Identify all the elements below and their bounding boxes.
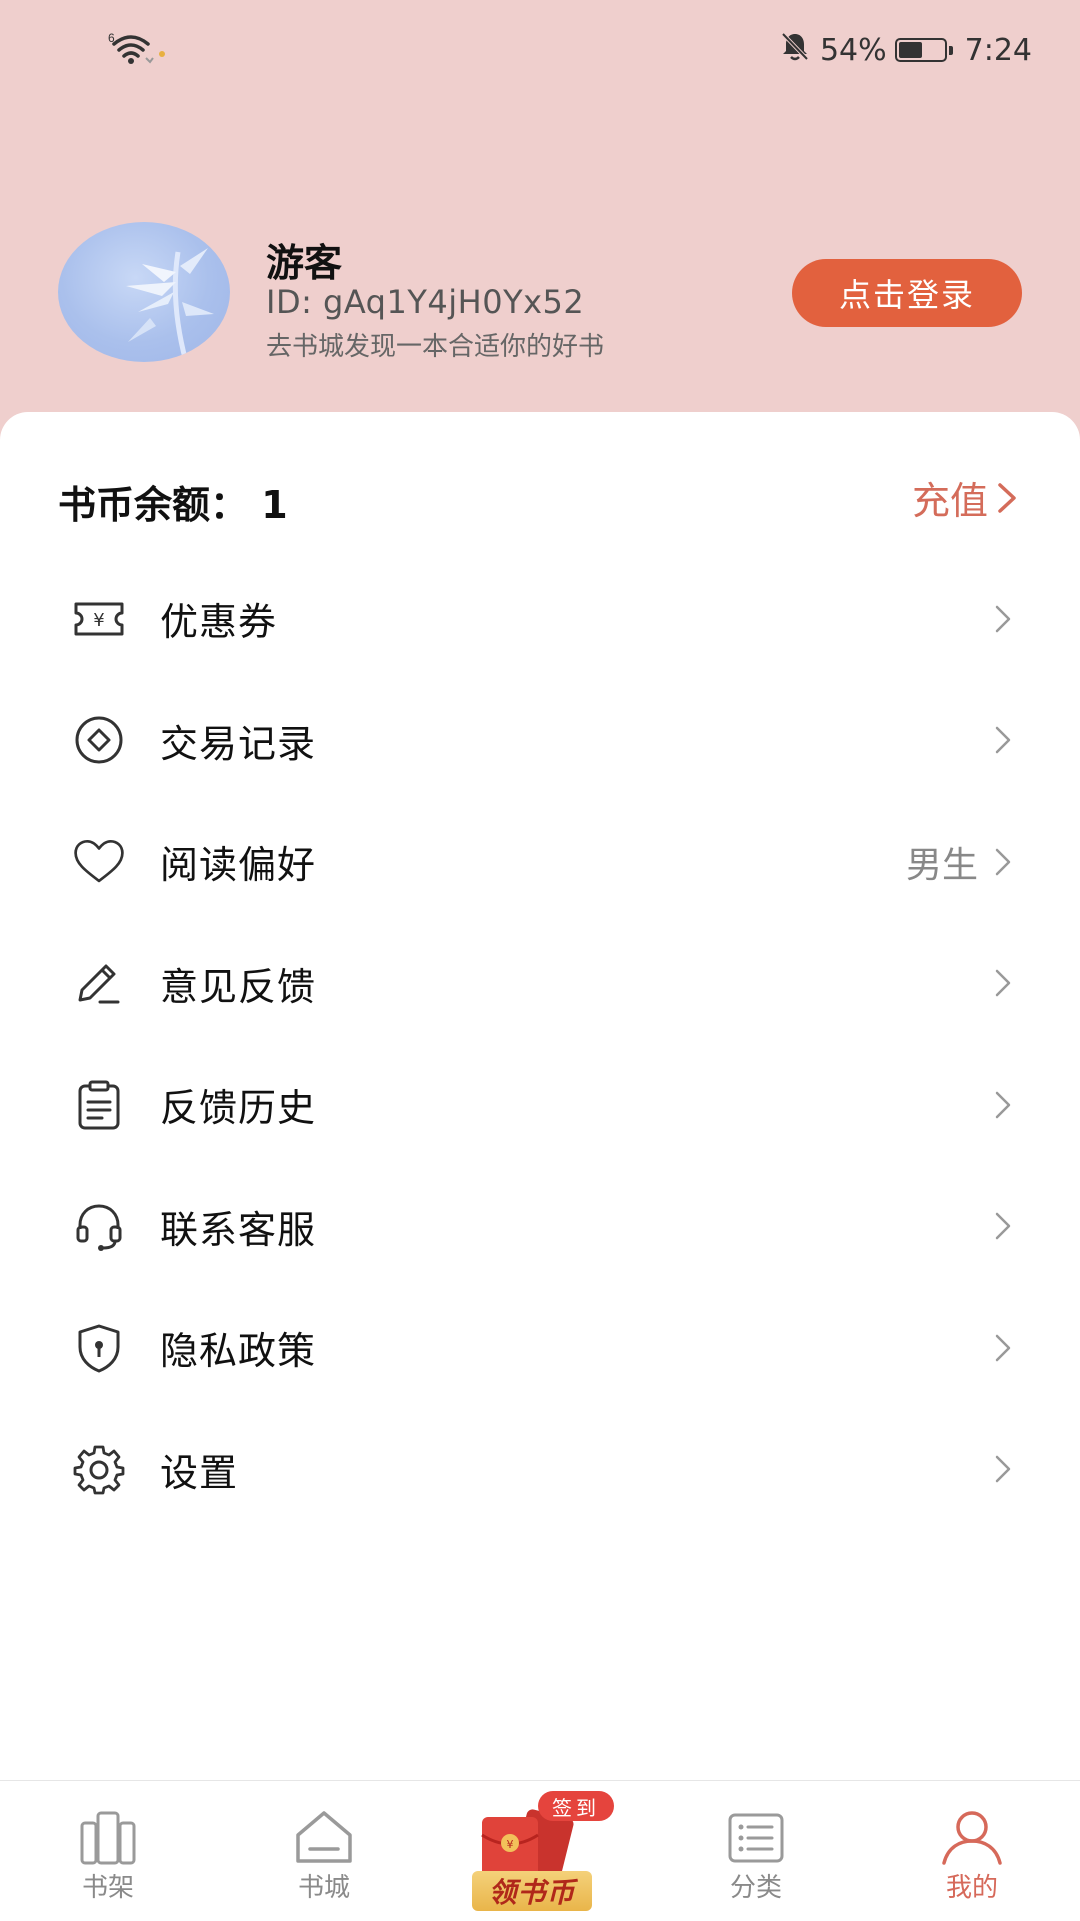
menu-item-value: 男生	[905, 844, 978, 886]
chevron-right-icon	[995, 1456, 1011, 1483]
account-card: 书币余额： 1 充值 ¥ 优惠券 交易记录 阅读偏好 男生 意见反馈 反馈历史 …	[0, 412, 1080, 1780]
checkin-badge: 签到	[538, 1791, 614, 1821]
headset-icon	[72, 1199, 126, 1253]
chevron-right-icon	[995, 1334, 1011, 1361]
gear-icon	[72, 1442, 126, 1496]
menu-item-label: 反馈历史	[160, 1086, 317, 1131]
promo-get-coins[interactable]: ¥ 签到 领书币	[460, 1791, 620, 1916]
bookshelf-icon	[76, 1809, 140, 1869]
chevron-right-icon	[995, 1091, 1011, 1118]
promo-label: 领书币	[472, 1871, 592, 1911]
menu-item-label: 交易记录	[160, 721, 317, 766]
menu-item-coupon[interactable]: ¥ 优惠券	[0, 558, 1080, 680]
menu-item-customer-service[interactable]: 联系客服	[0, 1166, 1080, 1288]
clock: 7:24	[964, 32, 1032, 68]
tab-label: 我的	[945, 1873, 998, 1903]
chevron-right-icon	[995, 848, 1011, 875]
balance-row: 书币余额： 1	[58, 474, 288, 529]
recharge-label: 充值	[911, 479, 988, 523]
chevron-right-icon	[998, 482, 1016, 513]
clipboard-icon	[72, 1078, 126, 1132]
tab-label: 书城	[297, 1873, 350, 1903]
chevron-right-icon	[995, 727, 1011, 754]
menu-item-privacy-policy[interactable]: 隐私政策	[0, 1287, 1080, 1409]
battery-fill	[898, 42, 922, 58]
notifications-muted-icon	[778, 29, 812, 71]
menu-item-label: 阅读偏好	[160, 843, 317, 888]
balance-label: 书币余额：	[58, 483, 249, 527]
menu-item-label: 设置	[160, 1450, 239, 1495]
menu-item-label: 意见反馈	[160, 964, 317, 1009]
chevron-right-icon	[995, 970, 1011, 997]
bottom-nav: 书架 书城 ¥ 签到 领书币 分类 我的	[0, 1780, 1080, 1921]
tab-bookstore[interactable]: 书城	[254, 1781, 394, 1921]
menu-item-reading-preference[interactable]: 阅读偏好 男生	[0, 801, 1080, 923]
heart-icon	[72, 835, 126, 889]
chevron-right-icon	[995, 605, 1011, 632]
menu-list: ¥ 优惠券 交易记录 阅读偏好 男生 意见反馈 反馈历史 联系客服 隐私政策 设…	[0, 558, 1080, 1530]
user-id: ID: gAq1Y4jH0Yx52	[266, 283, 585, 321]
tab-label: 书架	[81, 1873, 134, 1903]
menu-item-label: 优惠券	[160, 600, 278, 645]
bookstore-icon	[292, 1809, 356, 1869]
coupon-icon: ¥	[72, 592, 126, 646]
tab-category[interactable]: 分类	[686, 1781, 826, 1921]
avatar[interactable]	[58, 222, 230, 362]
user-tagline: 去书城发现一本合适你的好书	[266, 332, 605, 362]
tab-label: 分类	[729, 1873, 782, 1903]
bamboo-illustration	[126, 248, 214, 362]
login-button[interactable]: 点击登录	[792, 259, 1022, 327]
edit-icon	[72, 956, 126, 1010]
shield-icon	[72, 1321, 126, 1375]
svg-text:¥: ¥	[93, 610, 104, 631]
transaction-icon	[72, 713, 126, 767]
user-name: 游客	[266, 241, 343, 285]
menu-item-feedback-history[interactable]: 反馈历史	[0, 1044, 1080, 1166]
menu-item-transactions[interactable]: 交易记录	[0, 680, 1080, 802]
menu-item-feedback[interactable]: 意见反馈	[0, 923, 1080, 1045]
menu-item-label: 隐私政策	[160, 1329, 317, 1374]
recharge-link[interactable]: 充值	[912, 470, 1018, 525]
chevron-right-icon	[995, 1213, 1011, 1240]
battery-percent: 54%	[819, 32, 887, 68]
status-bar: 6 54% 7:24	[0, 0, 1080, 100]
category-list-icon	[724, 1809, 788, 1869]
menu-item-settings[interactable]: 设置	[0, 1409, 1080, 1531]
svg-text:¥: ¥	[507, 1838, 514, 1851]
menu-item-label: 联系客服	[160, 1207, 317, 1252]
wifi-icon: 6	[106, 28, 176, 68]
battery-icon	[894, 38, 953, 62]
tab-me[interactable]: 我的	[902, 1781, 1042, 1921]
profile-icon	[940, 1809, 1004, 1869]
tab-bookshelf[interactable]: 书架	[38, 1781, 178, 1921]
balance-value: 1	[261, 483, 288, 527]
